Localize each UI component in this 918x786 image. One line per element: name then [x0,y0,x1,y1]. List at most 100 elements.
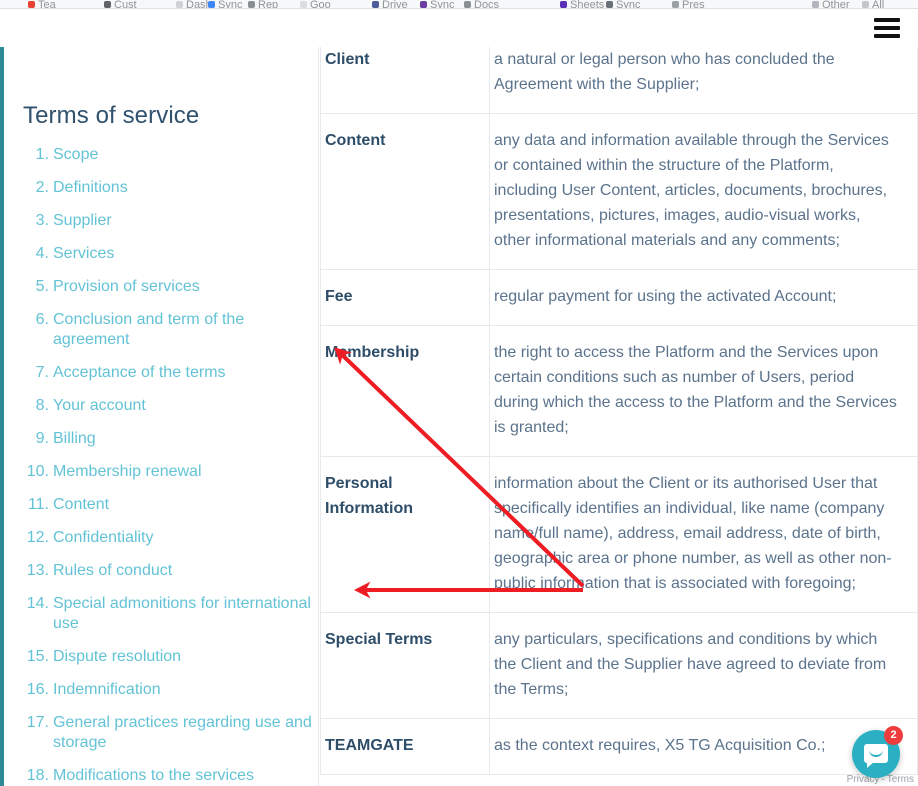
bookmark-item[interactable]: Sheets [560,0,604,8]
toc-item[interactable]: 15. Dispute resolution [23,647,318,667]
bookmark-favicon-icon [672,1,679,8]
bookmark-item[interactable]: Docs [464,0,499,8]
toc-item[interactable]: 16. Indemnification [23,680,318,700]
toc-item-number: 2. [35,179,49,196]
bookmark-label: Sheets [570,0,605,8]
toc-item[interactable]: 18. Modifications to the services [23,766,318,786]
toc-item-number: 18. [26,767,49,784]
definition-description: the right to access the Platform and the… [489,325,918,457]
bookmark-item[interactable]: All [862,0,884,8]
bookmark-label: Sync [218,0,243,8]
toc-item[interactable]: 7. Acceptance of the terms [23,363,318,383]
toc-item[interactable]: 3. Supplier [23,211,318,231]
toc-item[interactable]: 1. Scope [23,145,318,165]
bookmark-label: Docs [474,0,500,8]
toc-item[interactable]: 17. General practices regarding use and s… [23,713,318,753]
toc-item-label: Conclusion and term of the agreement [53,311,245,348]
toc-item[interactable]: 13. Rules of conduct [23,561,318,581]
definition-term: TEAMGATE [320,718,490,775]
toc-item-number: 5. [35,278,49,295]
bookmark-item[interactable]: Sync [420,0,454,8]
toc-item-label: Confidentiality [53,529,154,546]
hamburger-bar-middle [874,26,900,30]
browser-bookmarks-bar: Tea Cust Dash Sync Rep Goo Drive Sync Docs Sheets… [0,0,918,9]
table-row: Client a natural or legal person who has … [320,47,918,114]
toc-item-number: 8. [35,397,49,414]
toc-item[interactable]: 9. Billing [23,429,318,449]
bookmark-item[interactable]: Tea [28,0,56,8]
bookmark-favicon-icon [464,1,471,8]
toc-item[interactable]: 4. Services [23,244,318,264]
bookmark-favicon-icon [300,1,307,8]
bookmark-item[interactable]: Dash [176,0,212,8]
toc-item-number: 7. [35,364,49,381]
bookmark-label: All [872,0,885,8]
bookmark-favicon-icon [208,1,215,8]
toc-item-label: Provision of services [53,278,200,295]
toc-item-label: Rules of conduct [53,562,173,579]
toc-item-number: 6. [35,311,49,328]
definitions-table-container[interactable]: Agreementthe agreement concluded between… [320,47,918,786]
toc-item[interactable]: 6. Conclusion and term of the agreement [23,310,318,350]
bookmark-item[interactable]: Sync [208,0,242,8]
left-accent-rail [0,47,4,786]
table-row: Membership the right to access the Platfo… [320,325,918,457]
table-row: Content any data and information availabl… [320,113,918,270]
bookmark-label: Cust [114,0,137,8]
bookmark-label: Goo [310,0,331,8]
toc-item-label: Acceptance of the terms [53,364,226,381]
toc-item-number: 3. [35,212,49,229]
toc-item-label: Your account [53,397,146,414]
definition-description: any data and information available throu… [489,113,918,270]
bookmark-item[interactable]: Pres [672,0,705,8]
definition-term: Content [320,113,490,270]
definition-term: Personal Information [320,456,490,613]
bookmark-item[interactable]: Other [812,0,850,8]
table-row: TEAMGATE as the context requires, X5 TG A… [320,718,918,775]
bookmark-label: Other [822,0,850,8]
toc-item[interactable]: 5. Provision of services [23,277,318,297]
toc-list: 1. Scope 2. Definitions 3. Supplier 4. Services… [23,145,318,786]
toc-item[interactable]: 2. Definitions [23,178,318,198]
toc-item-number: 15. [26,648,49,665]
toc-item-label: Modifications to the services [53,767,254,784]
toc-item[interactable]: 8. Your account [23,396,318,416]
intercom-chat-launcher-button[interactable]: 2 [852,726,903,778]
bookmark-label: Sync [616,0,641,8]
site-header [0,8,918,47]
toc-item-number: 14. [26,595,49,612]
definition-description: information about the Client or its auth… [489,456,918,613]
bookmark-item[interactable]: Rep [248,0,278,8]
toc-item-label: Scope [53,146,99,163]
bookmark-label: Tea [38,0,56,8]
toc-item[interactable]: 14. Special admonitions for international… [23,594,318,634]
bookmark-item[interactable]: Cust [104,0,137,8]
recaptcha-terms-link[interactable]: Terms [887,774,914,785]
toc-item-label: Definitions [53,179,128,196]
toc-item[interactable]: 10. Membership renewal [23,462,318,482]
hamburger-menu-icon[interactable] [874,17,902,39]
bookmark-item[interactable]: Sync [606,0,640,8]
toc-item[interactable]: 12. Confidentiality [23,528,318,548]
bookmark-favicon-icon [28,1,35,8]
toc-item-label: Dispute resolution [53,648,182,665]
bookmark-favicon-icon [176,1,183,8]
bookmark-item[interactable]: Goo [300,0,331,8]
table-row: Fee regular payment for using the activat… [320,269,918,326]
bookmark-favicon-icon [248,1,255,8]
toc-item-label: General practices regarding use and stor… [53,714,312,751]
toc-item-number: 16. [26,681,49,698]
definition-description: a natural or legal person who has conclu… [489,47,918,114]
toc-item[interactable]: 11. Content [23,495,318,515]
toc-item-label: Billing [53,430,96,447]
table-row: Special Terms any particulars, specificat… [320,612,918,719]
toc-item-label: Indemnification [53,681,161,698]
definition-term: Fee [320,269,490,326]
bookmark-favicon-icon [560,1,567,8]
bookmark-item[interactable]: Drive [372,0,408,8]
bookmark-favicon-icon [812,1,819,8]
hamburger-bar-top [874,18,900,22]
definition-description: regular payment for using the activated … [489,269,918,326]
toc-item-number: 17. [26,714,49,731]
page-title: Terms of service [23,102,200,129]
